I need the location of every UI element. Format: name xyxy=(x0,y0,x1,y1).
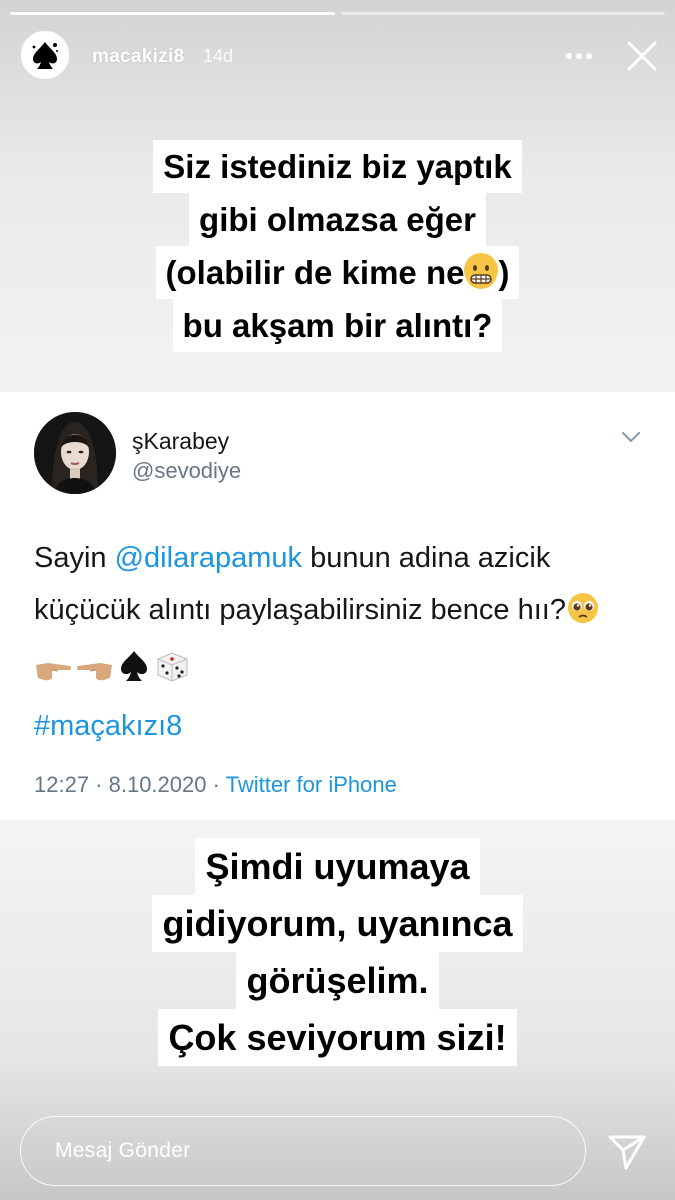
caption-text: (olabilir de kime ne xyxy=(165,254,465,291)
grimace-emoji-icon xyxy=(464,253,499,289)
send-button[interactable] xyxy=(604,1128,650,1174)
tweet-text: Sayin xyxy=(34,542,115,574)
message-input[interactable]: Mesaj Gönder xyxy=(20,1116,586,1186)
profile-avatar[interactable] xyxy=(20,30,70,80)
tweet-menu-button[interactable] xyxy=(620,430,642,449)
tweet-hashtag-link[interactable]: #maçakızı8 xyxy=(34,710,182,742)
top-caption: Siz istediniz biz yaptık gibi olmazsa eğ… xyxy=(0,140,675,352)
bottom-caption: Şimdi uyumaya gidiyorum, uyanınca görüşe… xyxy=(0,838,675,1066)
caption-line: gidiyorum, uyanınca xyxy=(152,895,523,952)
tweet-meta: 12:27 · 8.10.2020 · Twitter for iPhone xyxy=(34,772,397,798)
story-progress xyxy=(10,12,665,15)
tweet-timestamp: 12:27 · 8.10.2020 · xyxy=(34,772,226,797)
tweet-body: Sayin @dilarapamuk bunun adina azicik kü… xyxy=(34,532,644,752)
caption-line: bu akşam bir alıntı? xyxy=(172,299,503,352)
pointing-left-emoji-icon xyxy=(76,648,114,700)
tweet-mention-link[interactable]: @dilarapamuk xyxy=(115,542,302,574)
spade-logo-icon xyxy=(32,42,58,69)
caption-line: Çok seviyorum sizi! xyxy=(158,1009,517,1066)
close-button[interactable] xyxy=(622,36,662,76)
more-icon xyxy=(566,53,592,59)
tweet-avatar[interactable] xyxy=(34,412,116,494)
spade-suit-emoji-icon xyxy=(118,648,150,700)
tweet-card: şKarabey @sevodiye Sayin @dilarapamuk bu… xyxy=(0,392,675,820)
close-icon xyxy=(627,41,657,71)
send-icon xyxy=(608,1135,646,1170)
tweet-source-link[interactable]: Twitter for iPhone xyxy=(226,772,397,797)
caption-line: görüşelim. xyxy=(236,952,439,1009)
caption-line: gibi olmazsa eğer xyxy=(189,193,486,246)
caption-line-with-emoji: (olabilir de kime ne) xyxy=(155,246,520,299)
message-placeholder: Mesaj Gönder xyxy=(55,1139,191,1162)
pointing-right-emoji-icon xyxy=(34,648,72,700)
dice-emoji-icon xyxy=(154,648,190,700)
story-username[interactable]: macakizi8 xyxy=(92,46,185,68)
more-options-button[interactable] xyxy=(562,44,596,68)
caption-text: ) xyxy=(498,254,510,291)
story-time: 14d xyxy=(203,46,234,66)
pleading-emoji-icon xyxy=(566,590,600,642)
progress-segment-2 xyxy=(340,12,665,15)
tweet-author-handle[interactable]: @sevodiye xyxy=(132,458,241,484)
caption-line: Siz istediniz biz yaptık xyxy=(153,140,522,193)
progress-segment-1 xyxy=(10,12,335,15)
chevron-down-icon xyxy=(622,432,640,443)
tweet-author-name[interactable]: şKarabey xyxy=(132,428,229,455)
caption-line: Şimdi uyumaya xyxy=(195,838,480,895)
